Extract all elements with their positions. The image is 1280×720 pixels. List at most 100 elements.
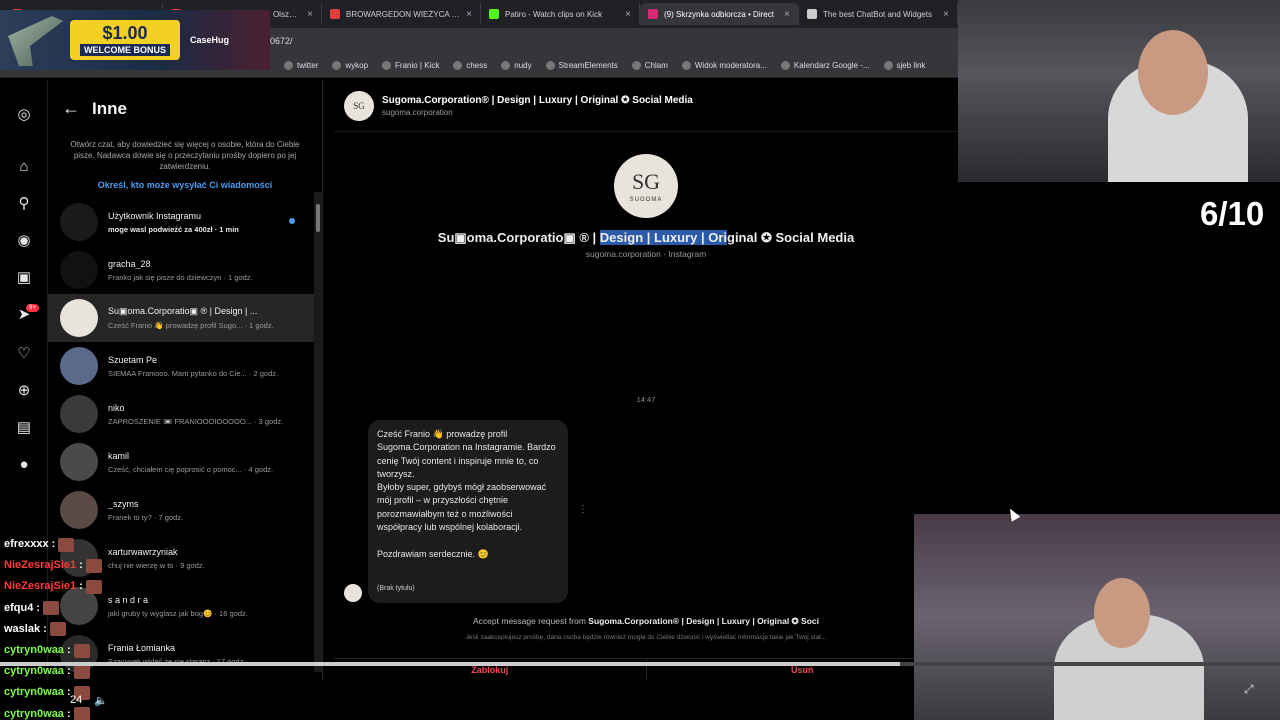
instagram-icon[interactable]: ◎: [14, 104, 34, 124]
conversation-item[interactable]: Su▣oma.Corporatio▣ ® | Design | ... Cześ…: [48, 294, 315, 342]
progress-fill: [0, 662, 900, 666]
messages-badge: 9+: [26, 304, 39, 312]
create-icon[interactable]: ⊕: [14, 380, 34, 400]
bookmark-item[interactable]: chess: [453, 61, 487, 70]
bookmark-label: wykop: [345, 61, 369, 70]
logo-word: SUGOMA: [629, 197, 663, 203]
conversation-preview: SIEMAA Franiooo. Mam pytanko do Cie... ·…: [108, 368, 279, 378]
close-icon[interactable]: ×: [307, 9, 313, 20]
emote-icon: [49, 622, 66, 637]
conversation-avatar: [60, 395, 98, 433]
tab-favicon-icon: [648, 9, 658, 19]
bookmark-item[interactable]: sjeb link: [883, 61, 925, 70]
conversation-preview: Franek to ty? · 7 godz.: [108, 512, 184, 522]
bookmark-icon: [453, 61, 463, 70]
stream-chat-line: waslak:: [4, 619, 124, 640]
volume-icon[interactable]: 🔈: [94, 694, 108, 707]
bookmark-icon: [501, 61, 511, 70]
accept-request-note: Jeśli zaakceptujesz prośbę, dana osoba b…: [465, 634, 827, 641]
conversation-name: _szyms: [108, 498, 139, 509]
bookmark-icon: [883, 61, 893, 70]
reels-icon[interactable]: ▣: [14, 267, 34, 287]
chat-username: NieZesrajSie1: [4, 559, 77, 572]
browser-tab[interactable]: The best ChatBot and Widgets ×: [799, 3, 958, 25]
profile-icon[interactable]: ●: [14, 454, 34, 474]
message-bubble[interactable]: Cześć Franio 👋 prowadzę profil Sugoma.Co…: [368, 420, 568, 603]
webcam-head: [1094, 578, 1150, 648]
bookmark-label: chess: [466, 61, 488, 70]
bookmark-label: StreamElements: [558, 61, 618, 70]
more-options-icon[interactable]: ⋮: [578, 504, 588, 515]
conversation-name: kamil: [108, 450, 130, 461]
conversation-name: s a n d r a: [108, 594, 149, 605]
conversation-avatar: [60, 347, 98, 385]
conversation-item[interactable]: Szuetam Pe SIEMAA Franiooo. Mam pytanko …: [48, 342, 315, 390]
conversation-preview: Franko jak się pisze do dziewczyn · 1 go…: [108, 272, 253, 282]
profile-logo[interactable]: SG SUGOMA: [614, 154, 678, 218]
explore-icon[interactable]: ◉: [14, 230, 34, 250]
message-avatar: [344, 584, 362, 602]
stream-chat-line: NieZesrajSie1:: [4, 555, 124, 576]
ad-label: WELCOME BONUS: [80, 44, 170, 56]
conversation-preview: chuj nie wierzę w to · 9 godz.: [108, 560, 205, 570]
webcam-head: [1138, 30, 1208, 115]
chat-header-handle: sugoma.corporation: [382, 107, 453, 117]
home-icon[interactable]: ⌂: [14, 156, 34, 176]
chat-header[interactable]: SG Sugoma.Corporation® | Design | Luxury…: [334, 80, 958, 132]
tab-favicon-icon: [489, 9, 499, 19]
bookmark-item[interactable]: Widok moderatora...: [681, 61, 767, 70]
emote-icon: [43, 601, 60, 616]
notifications-icon[interactable]: ♡: [14, 343, 34, 363]
conversation-preview: ZAPROSZENIE 📼 FRANIOOOIOOOOO... · 3 godz…: [108, 416, 284, 426]
conversation-name: niko: [108, 402, 125, 413]
url-text: 0672/: [270, 36, 293, 46]
emote-icon: [85, 558, 102, 573]
browser-tab[interactable]: BROWARGEDON WIEŻYCA (27 ×: [322, 3, 481, 25]
bookmark-item[interactable]: Franio | Kick: [382, 61, 439, 70]
conversation-name: xarturwawrzyniak: [108, 546, 178, 557]
browser-tab[interactable]: (9) Skrzynka odbiorcza • Direct ×: [640, 3, 799, 25]
close-icon[interactable]: ×: [943, 9, 949, 20]
sender-profile: SG SUGOMA Su▣oma.Corporatio▣ ® | Design …: [334, 154, 958, 259]
bookmark-item[interactable]: Chlam: [631, 61, 668, 70]
chat-username: efrexxxx: [4, 538, 49, 550]
close-icon[interactable]: ×: [466, 9, 472, 20]
tab-title: (9) Skrzynka odbiorcza • Direct: [664, 9, 774, 19]
dashboard-icon[interactable]: ▤: [14, 417, 34, 437]
bookmark-icon: [284, 61, 293, 70]
bookmark-label: Chlam: [644, 61, 668, 70]
close-icon[interactable]: ×: [784, 9, 790, 20]
close-icon[interactable]: ×: [625, 9, 631, 20]
bookmark-item[interactable]: twitter: [284, 61, 318, 70]
message-settings-link[interactable]: Określ, kto może wysyłać Ci wiadomości: [48, 180, 322, 190]
scrollbar-thumb[interactable]: [316, 204, 320, 232]
emote-icon: [85, 580, 102, 594]
bookmark-icon: [332, 61, 342, 70]
conversation-item[interactable]: Użytkownik Instagramu moge wasl podwieżć…: [48, 198, 315, 246]
list-scrollbar[interactable]: [314, 192, 322, 672]
bookmark-icon: [545, 61, 555, 70]
back-arrow-icon[interactable]: ←: [62, 98, 80, 119]
video-progress-bar[interactable]: [0, 662, 1280, 666]
conversation-item[interactable]: gracha_28 Franko jak się pisze do dziewc…: [48, 246, 315, 294]
conversation-avatar: [60, 251, 98, 289]
conversation-preview: jaki gruby ty wyglasz jak bog😊 · 16 godz…: [108, 608, 248, 618]
browser-tab[interactable]: Patiro - Watch clips on Kick ×: [481, 3, 640, 25]
conversation-avatar: [60, 491, 98, 529]
bookmark-item[interactable]: wykop: [332, 61, 368, 70]
conversation-item[interactable]: kamil Cześć, chciałem cię poprosić o pom…: [48, 438, 315, 486]
bookmark-item[interactable]: StreamElements: [545, 61, 618, 70]
webcam-top: [958, 0, 1280, 182]
bookmark-item[interactable]: nudy: [501, 61, 532, 70]
conversation-item[interactable]: _szyms Franek to ty? · 7 godz.: [48, 486, 315, 534]
message-caption: (Brak tytułu): [377, 584, 415, 592]
bookmark-icon: [382, 61, 392, 70]
player-controls: 24 🔈: [0, 680, 330, 720]
fullscreen-icon[interactable]: ⤢: [1244, 682, 1254, 697]
casino-ad-banner[interactable]: $1.00 WELCOME BONUS CaseHug: [0, 10, 270, 70]
search-icon[interactable]: ⚲: [14, 193, 34, 213]
bookmark-item[interactable]: Kalendarz Google -...: [780, 61, 870, 70]
profile-name: Su▣oma.Corporatio▣ ® | Design | Luxury |…: [437, 230, 855, 245]
tab-favicon-icon: [807, 9, 817, 19]
conversation-item[interactable]: niko ZAPROSZENIE 📼 FRANIOOOIOOOOO... · 3…: [48, 390, 315, 438]
